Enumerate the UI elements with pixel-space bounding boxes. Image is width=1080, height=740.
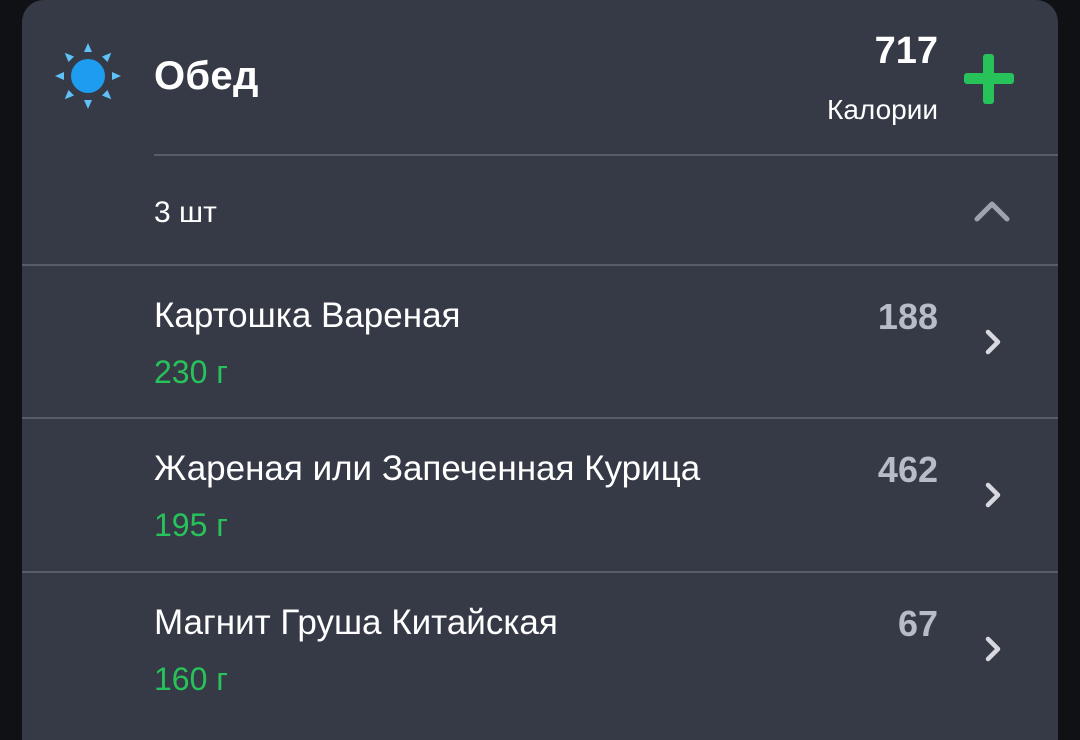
items-count-toggle[interactable]: 3 шт	[22, 158, 1058, 264]
meal-title: Обед	[154, 54, 259, 98]
chevron-right-icon	[985, 636, 1001, 662]
divider	[154, 154, 1058, 156]
food-item-name: Жареная или Запеченная Курица	[154, 449, 701, 488]
food-item-calories: 67	[897, 603, 938, 644]
items-count-label: 3 шт	[154, 196, 217, 229]
food-item-calories: 462	[877, 449, 938, 490]
food-item-weight: 160 г	[154, 661, 228, 697]
food-item-weight: 195 г	[154, 507, 228, 543]
sun-icon	[55, 43, 121, 109]
total-calories: 717	[874, 30, 938, 72]
food-item[interactable]: Картошка Вареная 230 г 188	[22, 266, 1058, 416]
chevron-right-icon	[985, 329, 1001, 355]
calories-label: Калории	[827, 94, 938, 125]
food-item-name: Магнит Груша Китайская	[154, 603, 558, 642]
food-item-calories: 188	[877, 296, 938, 337]
chevron-up-icon	[974, 201, 1010, 222]
chevron-right-icon	[985, 482, 1001, 508]
meal-card: Обед 717 Калории 3 шт Картошка Вареная 2…	[22, 0, 1058, 740]
food-item[interactable]: Магнит Груша Китайская 160 г 67	[22, 573, 1058, 723]
food-item[interactable]: Жареная или Запеченная Курица 195 г 462	[22, 419, 1058, 569]
food-item-name: Картошка Вареная	[154, 296, 461, 335]
add-food-button[interactable]	[958, 48, 1020, 110]
meal-header: Обед 717 Калории	[22, 0, 1058, 156]
food-item-weight: 230 г	[154, 354, 228, 390]
